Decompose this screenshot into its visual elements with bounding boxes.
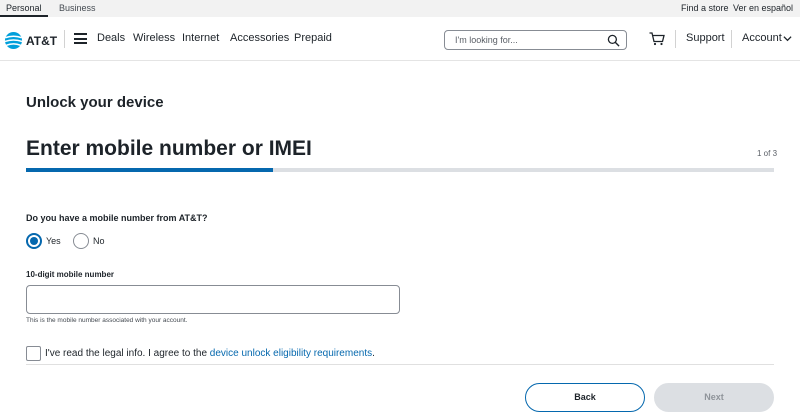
nav-link-wireless[interactable]: Wireless xyxy=(133,32,175,44)
agree-checkbox[interactable] xyxy=(26,346,41,361)
radio-yes[interactable] xyxy=(26,233,42,249)
progress-fill xyxy=(26,168,273,172)
find-store-link[interactable]: Find a store xyxy=(681,3,729,13)
agree-label: I've read the legal info. I agree to the xyxy=(45,348,210,359)
radio-yes-label[interactable]: Yes xyxy=(46,236,61,246)
business-tab[interactable]: Business xyxy=(59,3,96,13)
search-placeholder: I'm looking for... xyxy=(455,35,518,45)
chevron-down-icon[interactable] xyxy=(783,35,792,42)
radio-no-label[interactable]: No xyxy=(93,236,105,246)
progress-bar xyxy=(26,168,774,172)
mobile-question: Do you have a mobile number from AT&T? xyxy=(26,213,208,223)
step-counter: 1 of 3 xyxy=(757,149,778,158)
page-subtitle: Unlock your device xyxy=(26,94,164,111)
menu-icon[interactable] xyxy=(74,33,87,44)
nav-link-accessories[interactable]: Accessories xyxy=(230,32,289,44)
logo-text: AT&T xyxy=(26,33,58,48)
next-button[interactable]: Next xyxy=(654,383,774,412)
nav-link-prepaid[interactable]: Prepaid xyxy=(294,32,332,44)
att-globe-icon xyxy=(4,31,23,50)
account-link[interactable]: Account xyxy=(742,32,782,44)
form-divider xyxy=(26,364,774,365)
nav-divider xyxy=(64,30,65,48)
support-link[interactable]: Support xyxy=(686,32,725,44)
agree-text: I've read the legal info. I agree to the… xyxy=(45,348,375,359)
nav-link-internet[interactable]: Internet xyxy=(182,32,219,44)
mobile-number-label: 10-digit mobile number xyxy=(26,270,115,279)
search-input[interactable]: I'm looking for... xyxy=(444,30,627,50)
nav-link-deals[interactable]: Deals xyxy=(97,32,125,44)
att-logo[interactable]: AT&T xyxy=(4,31,57,50)
search-icon[interactable] xyxy=(607,34,620,47)
personal-tab[interactable]: Personal xyxy=(6,3,42,13)
cart-icon[interactable] xyxy=(649,32,665,46)
step-title: Enter mobile number or IMEI xyxy=(26,137,312,160)
radio-no[interactable] xyxy=(73,233,89,249)
eligibility-link[interactable]: device unlock eligibility requirements xyxy=(210,348,372,359)
agree-end: . xyxy=(372,348,375,359)
mobile-number-input[interactable] xyxy=(26,285,400,314)
mobile-number-helper: This is the mobile number associated wit… xyxy=(26,317,188,324)
utility-bar: Personal Business Find a store Ver en es… xyxy=(0,0,800,17)
nav-divider xyxy=(675,30,676,48)
back-button[interactable]: Back xyxy=(525,383,645,412)
spanish-link[interactable]: Ver en español xyxy=(733,3,793,13)
nav-divider xyxy=(731,30,732,48)
main-nav: AT&T Deals Wireless Internet Accessories… xyxy=(0,17,800,61)
